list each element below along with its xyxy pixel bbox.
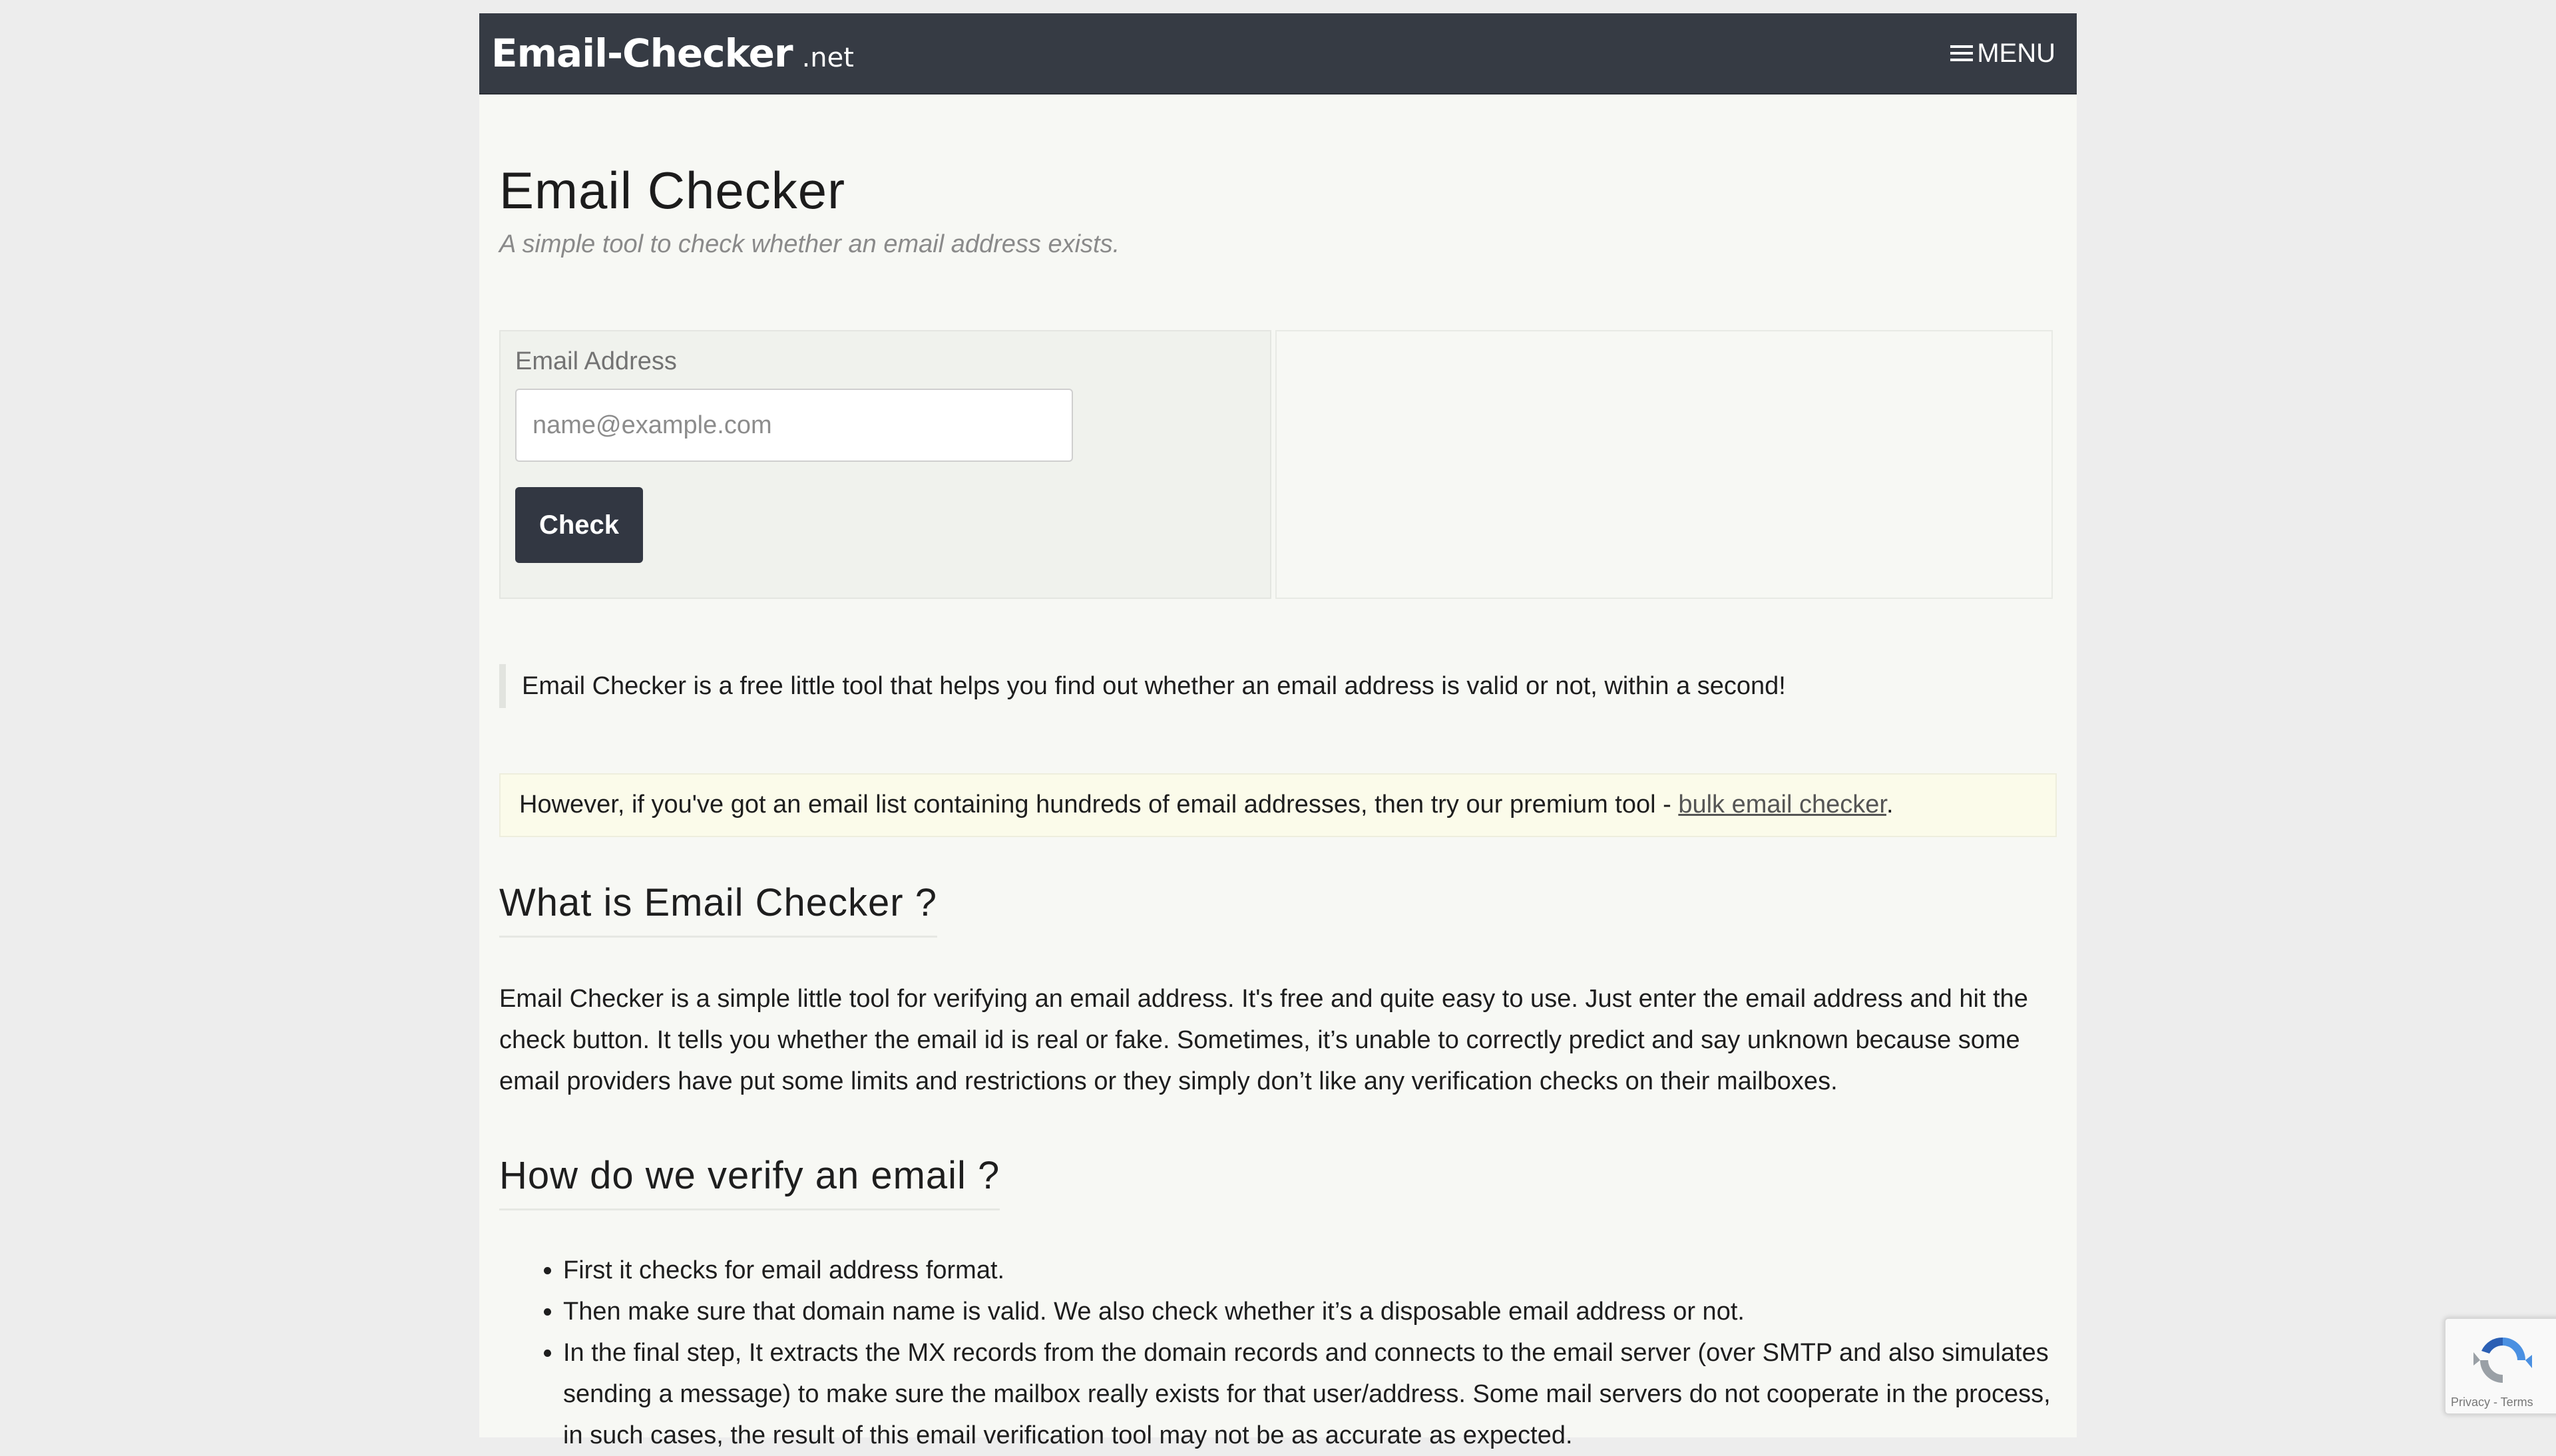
list-item: In the final step, It extracts the MX re… xyxy=(563,1332,2057,1456)
verification-steps-list: First it checks for email address format… xyxy=(499,1250,2057,1456)
result-panel xyxy=(1275,330,2053,599)
list-item: First it checks for email address format… xyxy=(563,1250,2057,1291)
menu-button[interactable]: MENU xyxy=(1950,33,2055,73)
email-field[interactable] xyxy=(515,389,1073,462)
top-navbar: Email-Checker .net MENU xyxy=(479,13,2077,94)
what-is-heading: What is Email Checker ? xyxy=(499,878,937,938)
what-is-paragraph: Email Checker is a simple little tool fo… xyxy=(499,985,2028,1095)
intro-blockquote: Email Checker is a free little tool that… xyxy=(499,664,2057,708)
recaptcha-icon xyxy=(2473,1337,2532,1383)
premium-notice: However, if you've got an email list con… xyxy=(499,773,2057,837)
email-field-label: Email Address xyxy=(515,347,677,375)
logo-tld: .net xyxy=(801,43,854,73)
recaptcha-links[interactable]: Privacy - Terms xyxy=(2451,1395,2533,1409)
check-button[interactable]: Check xyxy=(515,487,643,563)
notice-suffix: . xyxy=(1886,791,1894,819)
how-verify-heading: How do we verify an email ? xyxy=(499,1151,1000,1210)
recaptcha-badge[interactable]: Privacy - Terms xyxy=(2444,1318,2556,1415)
page-title: Email Checker xyxy=(499,161,846,220)
logo-text: Email-Checker xyxy=(491,31,793,76)
bulk-email-checker-link[interactable]: bulk email checker xyxy=(1678,791,1886,819)
email-form-panel: Email Address Check xyxy=(499,330,1271,599)
site-logo[interactable]: Email-Checker .net xyxy=(491,27,854,80)
list-item: Then make sure that domain name is valid… xyxy=(563,1291,2057,1332)
hamburger-icon xyxy=(1950,45,1974,61)
notice-text: However, if you've got an email list con… xyxy=(519,791,1679,819)
page-subtitle: A simple tool to check whether an email … xyxy=(499,230,1120,258)
page-container: Email-Checker .net MENU Email Checker A … xyxy=(479,13,2077,1449)
menu-label: MENU xyxy=(1977,39,2055,68)
